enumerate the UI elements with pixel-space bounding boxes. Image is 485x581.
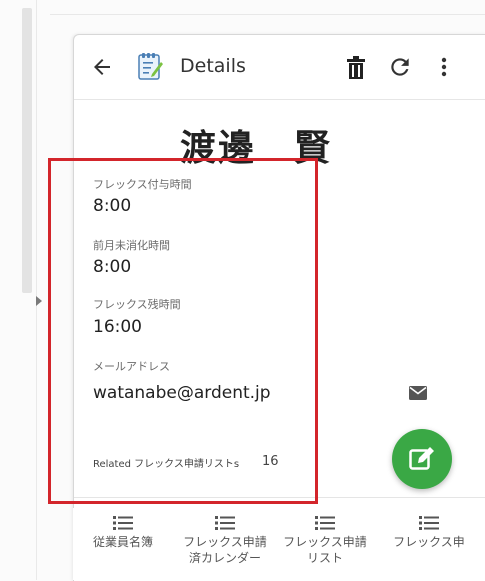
list-icon (315, 516, 335, 530)
left-panel-divider (36, 0, 37, 580)
detail-card: Details 渡邊 賢 フレックス付与時間 8:00 前月未消化時間 8:00… (73, 34, 485, 581)
nav-flex-calendar[interactable]: フレックス申請 済カレンダー (173, 508, 277, 580)
bottom-navigation: 従業員名簿 フレックス申請 済カレンダー フレックス申請 リスト フレックス申 (73, 508, 485, 580)
nav-label: フレックス申請 済カレンダー (183, 535, 267, 565)
employee-name: 渡邊 賢 (180, 128, 333, 169)
card-divider (74, 497, 485, 498)
prev-month-unused-value: 8:00 (93, 257, 132, 277)
flex-remaining-label: フレックス残時間 (93, 298, 181, 311)
more-vert-icon[interactable] (439, 54, 449, 80)
related-list-label[interactable]: Related フレックス申請リストs (93, 455, 239, 470)
email-value[interactable]: watanabe@ardent.jp (93, 383, 271, 403)
notepad-icon (138, 53, 163, 80)
flex-granted-label: フレックス付与時間 (93, 178, 192, 191)
refresh-icon[interactable] (387, 54, 413, 80)
nav-label: 従業員名簿 (92, 535, 153, 549)
list-icon (113, 516, 133, 530)
nav-flex-other[interactable]: フレックス申 (373, 508, 485, 580)
nav-label: フレックス申 (393, 535, 465, 549)
flex-remaining-value: 16:00 (93, 317, 142, 337)
top-divider (50, 14, 485, 15)
list-icon (419, 516, 439, 530)
detail-toolbar: Details (74, 35, 485, 100)
nav-label: フレックス申請 リスト (283, 535, 367, 565)
arrow-back-icon[interactable] (90, 55, 114, 79)
edit-icon (409, 447, 434, 470)
expand-panel-icon[interactable] (36, 296, 42, 306)
edit-button[interactable] (392, 429, 452, 489)
trash-icon[interactable] (344, 55, 368, 81)
prev-month-unused-label: 前月未消化時間 (93, 239, 170, 252)
nav-flex-list[interactable]: フレックス申請 リスト (277, 508, 373, 580)
related-list-count: 16 (262, 454, 279, 469)
page-title: Details (180, 55, 246, 77)
email-icon[interactable] (409, 386, 427, 400)
list-icon (215, 516, 235, 530)
left-scrollbar[interactable] (22, 8, 32, 293)
flex-granted-value: 8:00 (93, 196, 132, 216)
email-label: メールアドレス (93, 360, 170, 373)
nav-employee-roster[interactable]: 従業員名簿 (73, 508, 173, 580)
